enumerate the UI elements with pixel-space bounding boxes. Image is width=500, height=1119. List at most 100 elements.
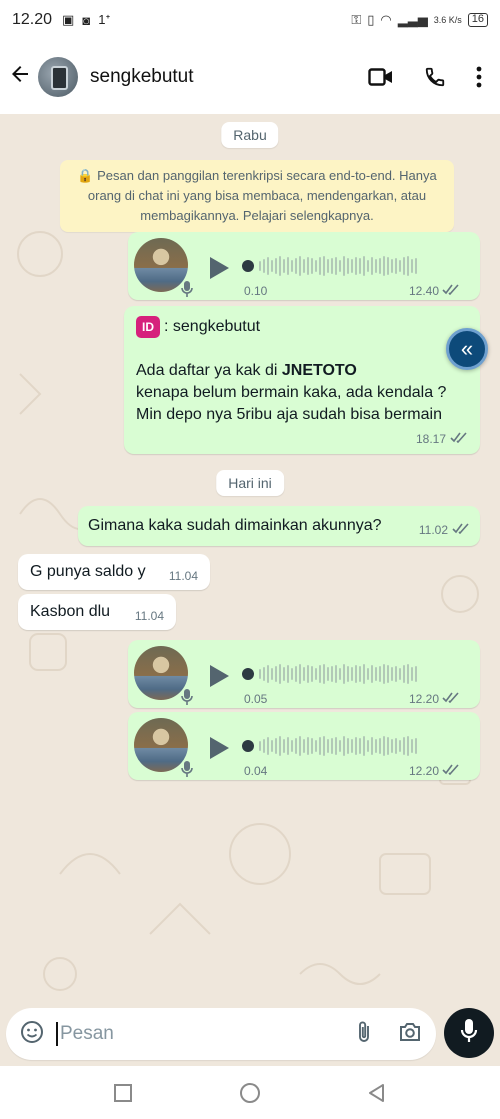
double-check-icon <box>442 764 460 778</box>
waveform-bar <box>291 260 293 272</box>
status-notification-icons: ▣ ◙ 1ᐩ <box>62 12 110 28</box>
voice-message-3[interactable]: 0.04 12.20 <box>128 712 480 780</box>
incoming-message-1[interactable]: G punya saldo y 11.04 <box>18 554 210 590</box>
double-chevron-left-icon[interactable]: « <box>446 328 488 370</box>
play-icon[interactable] <box>208 736 230 760</box>
waveform-bar <box>359 666 361 682</box>
waveform-bar <box>343 736 345 756</box>
promo-line-1-prefix: Ada daftar ya kak di <box>136 362 282 379</box>
waveform-bar <box>411 667 413 681</box>
back-arrow-icon[interactable] <box>8 62 36 93</box>
voice-sender-avatar <box>134 718 193 777</box>
sticker-icon[interactable] <box>20 1020 44 1049</box>
waveform-bar <box>283 739 285 753</box>
waveform-bar <box>415 666 417 682</box>
waveform-bar <box>307 257 309 275</box>
net-speed: 3.6 K/s <box>433 15 462 25</box>
contact-name[interactable]: sengkebutut <box>90 66 194 88</box>
playhead-dot[interactable] <box>242 260 254 272</box>
forwarded-message[interactable]: ID : sengkebutut Ada daftar ya kak di JN… <box>124 306 480 454</box>
double-check-icon <box>442 284 460 298</box>
waveform-bar <box>347 258 349 274</box>
waveform-bar <box>267 257 269 275</box>
waveform-bar <box>311 666 313 682</box>
date-separator-hari-ini: Hari ini <box>216 470 284 496</box>
waveform-bar <box>359 258 361 274</box>
waveform-bar <box>343 256 345 276</box>
waveform-bar <box>351 259 353 273</box>
waveform-bar <box>283 259 285 273</box>
waveform-bar <box>395 738 397 754</box>
playhead-dot[interactable] <box>242 740 254 752</box>
encryption-notice[interactable]: 🔒 Pesan dan panggilan terenkripsi secara… <box>60 160 454 232</box>
waveform-bar <box>407 736 409 756</box>
message-time: 11.04 <box>168 569 198 583</box>
waveform-bar <box>371 257 373 275</box>
waveform-bar <box>391 739 393 753</box>
waveform-bar <box>279 664 281 684</box>
waveform-bar <box>339 740 341 752</box>
waveform-bar <box>327 667 329 681</box>
battery-icon: 16 <box>467 13 488 27</box>
waveform-bar <box>299 736 301 756</box>
home-icon[interactable] <box>239 1082 261 1104</box>
waveform-bar <box>315 740 317 752</box>
voice-waveform[interactable] <box>242 662 460 686</box>
voice-record-button[interactable] <box>444 1008 494 1058</box>
waveform-bar <box>407 256 409 276</box>
waveform-bar <box>371 665 373 683</box>
waveform-bar <box>295 258 297 274</box>
recents-icon[interactable] <box>113 1083 133 1103</box>
waveform-bar <box>379 738 381 754</box>
mic-icon <box>178 760 196 778</box>
waveform-bar <box>259 741 261 751</box>
attachment-icon[interactable] <box>356 1020 372 1049</box>
waveform-bar <box>283 667 285 681</box>
message-input[interactable]: Pesan <box>56 1022 356 1046</box>
id-flag-icon: ID <box>136 316 160 338</box>
waveform-bar <box>307 665 309 683</box>
voice-message-1[interactable]: 0.10 12.40 <box>128 232 480 300</box>
waveform-bar <box>383 736 385 756</box>
waveform-bar <box>319 665 321 683</box>
outgoing-message-1[interactable]: Gimana kaka sudah dimainkan akunnya? 11.… <box>78 506 480 546</box>
waveform-bar <box>287 257 289 275</box>
promo-line-3: Min depo nya 5ribu aja sudah bisa bermai… <box>136 406 442 423</box>
double-check-icon <box>442 692 460 706</box>
gallery-notification-icon: ▣ <box>62 12 75 27</box>
playhead-dot[interactable] <box>242 668 254 680</box>
more-options-icon[interactable] <box>476 66 482 88</box>
waveform-bar <box>295 738 297 754</box>
waveform-bar <box>351 739 353 753</box>
voice-duration: 0.04 <box>244 764 268 778</box>
waveform-bar <box>375 667 377 681</box>
waveform-bar <box>327 739 329 753</box>
waveform-bar <box>339 668 341 680</box>
status-marks: 1ᐩ <box>98 12 111 27</box>
waveform-bar <box>399 260 401 272</box>
message-composer[interactable]: Pesan <box>6 1008 436 1060</box>
waveform-bar <box>303 667 305 681</box>
mic-icon <box>178 280 196 298</box>
voice-waveform[interactable] <box>242 734 460 758</box>
camera-icon[interactable] <box>398 1021 422 1048</box>
voice-waveform[interactable] <box>242 254 460 278</box>
waveform-bar <box>303 739 305 753</box>
message-time: 11.04 <box>134 609 164 623</box>
voice-call-icon[interactable] <box>424 66 446 88</box>
waveform-bar <box>319 737 321 755</box>
chat-area[interactable]: Rabu 🔒 Pesan dan panggilan terenkripsi s… <box>0 114 500 1007</box>
play-icon[interactable] <box>208 664 230 688</box>
video-call-icon[interactable] <box>368 66 394 88</box>
voice-message-2[interactable]: 0.05 12.20 <box>128 640 480 708</box>
system-nav-bar <box>0 1066 500 1119</box>
waveform-bar <box>367 668 369 680</box>
contact-avatar[interactable] <box>38 57 78 97</box>
back-nav-icon[interactable] <box>367 1083 387 1103</box>
waveform-bar <box>415 258 417 274</box>
double-check-icon <box>450 432 468 446</box>
waveform-bar <box>395 258 397 274</box>
play-icon[interactable] <box>208 256 230 280</box>
waveform-bar <box>279 736 281 756</box>
incoming-message-2[interactable]: Kasbon dlu 11.04 <box>18 594 176 630</box>
